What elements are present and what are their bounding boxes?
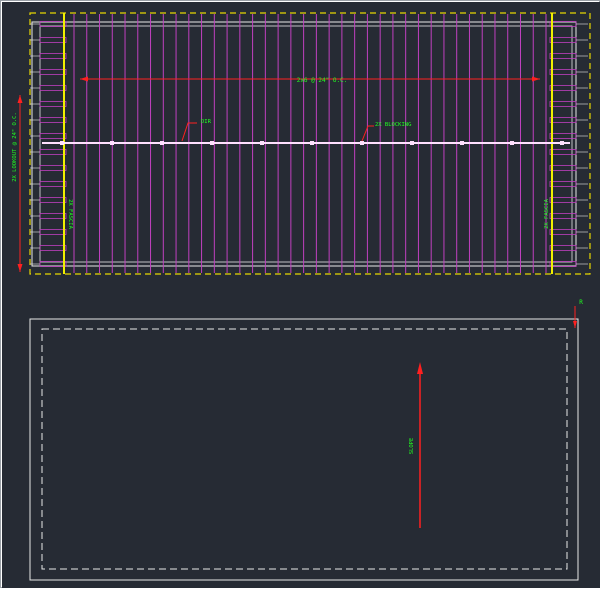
dimension-arrow-right (532, 76, 540, 82)
ridge-tick (510, 141, 514, 145)
dimension-arrow-top (17, 95, 23, 103)
slope-arrow-head (417, 362, 423, 374)
lookout-left (39, 197, 67, 203)
dimension-arrow-left (80, 76, 88, 82)
ridge-tick (360, 141, 364, 145)
left-end-label: 2X FASCIA (67, 199, 73, 229)
ridge-tick (460, 141, 464, 145)
ridge-tick (560, 141, 564, 145)
lookout-left (39, 181, 67, 187)
marker-arrow (573, 321, 577, 328)
joist-label: 2X LOOKOUT @ 24" O.C. (12, 112, 18, 182)
lookout-left (39, 101, 67, 107)
ridge-tick (260, 141, 264, 145)
dimension-arrow-bottom (17, 264, 23, 272)
lookout-left (39, 245, 67, 251)
blocking-label: 2X BLOCKING (375, 122, 411, 128)
lookout-left (39, 213, 67, 219)
roof-overhang-dashed (41, 328, 568, 570)
drawing-frame: 2x6 @ 24" O.C. 2X LOOKOUT @ 24" O.C. DIR… (0, 0, 600, 588)
marker-label: R (579, 299, 583, 306)
spacing-label: 2x6 @ 24" O.C. (297, 77, 348, 84)
lookout-left (39, 53, 67, 59)
slope-label: SLOPE (409, 438, 415, 455)
ridge-tick (210, 141, 214, 145)
cad-canvas: 2x6 @ 24" O.C. 2X LOOKOUT @ 24" O.C. DIR… (2, 2, 600, 588)
ridge-tick (110, 141, 114, 145)
lookout-left (39, 85, 67, 91)
ridge-tick (410, 141, 414, 145)
ridge-leader (181, 122, 197, 142)
ridge-tick (160, 141, 164, 145)
roof-framing-plan: 2x6 @ 24" O.C. 2X LOOKOUT @ 24" O.C. DIR… (12, 12, 591, 275)
roof-outline-plan: SLOPE R (29, 299, 583, 581)
ridge-tick (310, 141, 314, 145)
roof-outline (29, 318, 579, 581)
lookout-left (39, 117, 67, 123)
blocking-leader (361, 125, 374, 142)
lookout-left (39, 165, 67, 171)
lookout-left (39, 69, 67, 75)
framing-plan: 2x6 @ 24" O.C. 2X LOOKOUT @ 24" O.C. DIR… (12, 12, 591, 581)
ridge-label: DIR (201, 119, 212, 125)
ridge-tick (60, 141, 64, 145)
right-end-label: 2X FASCIA (544, 198, 550, 228)
lookout-left (39, 149, 67, 155)
lookout-left (39, 133, 67, 139)
lookout-left (39, 37, 67, 43)
lookout-left (39, 229, 67, 235)
